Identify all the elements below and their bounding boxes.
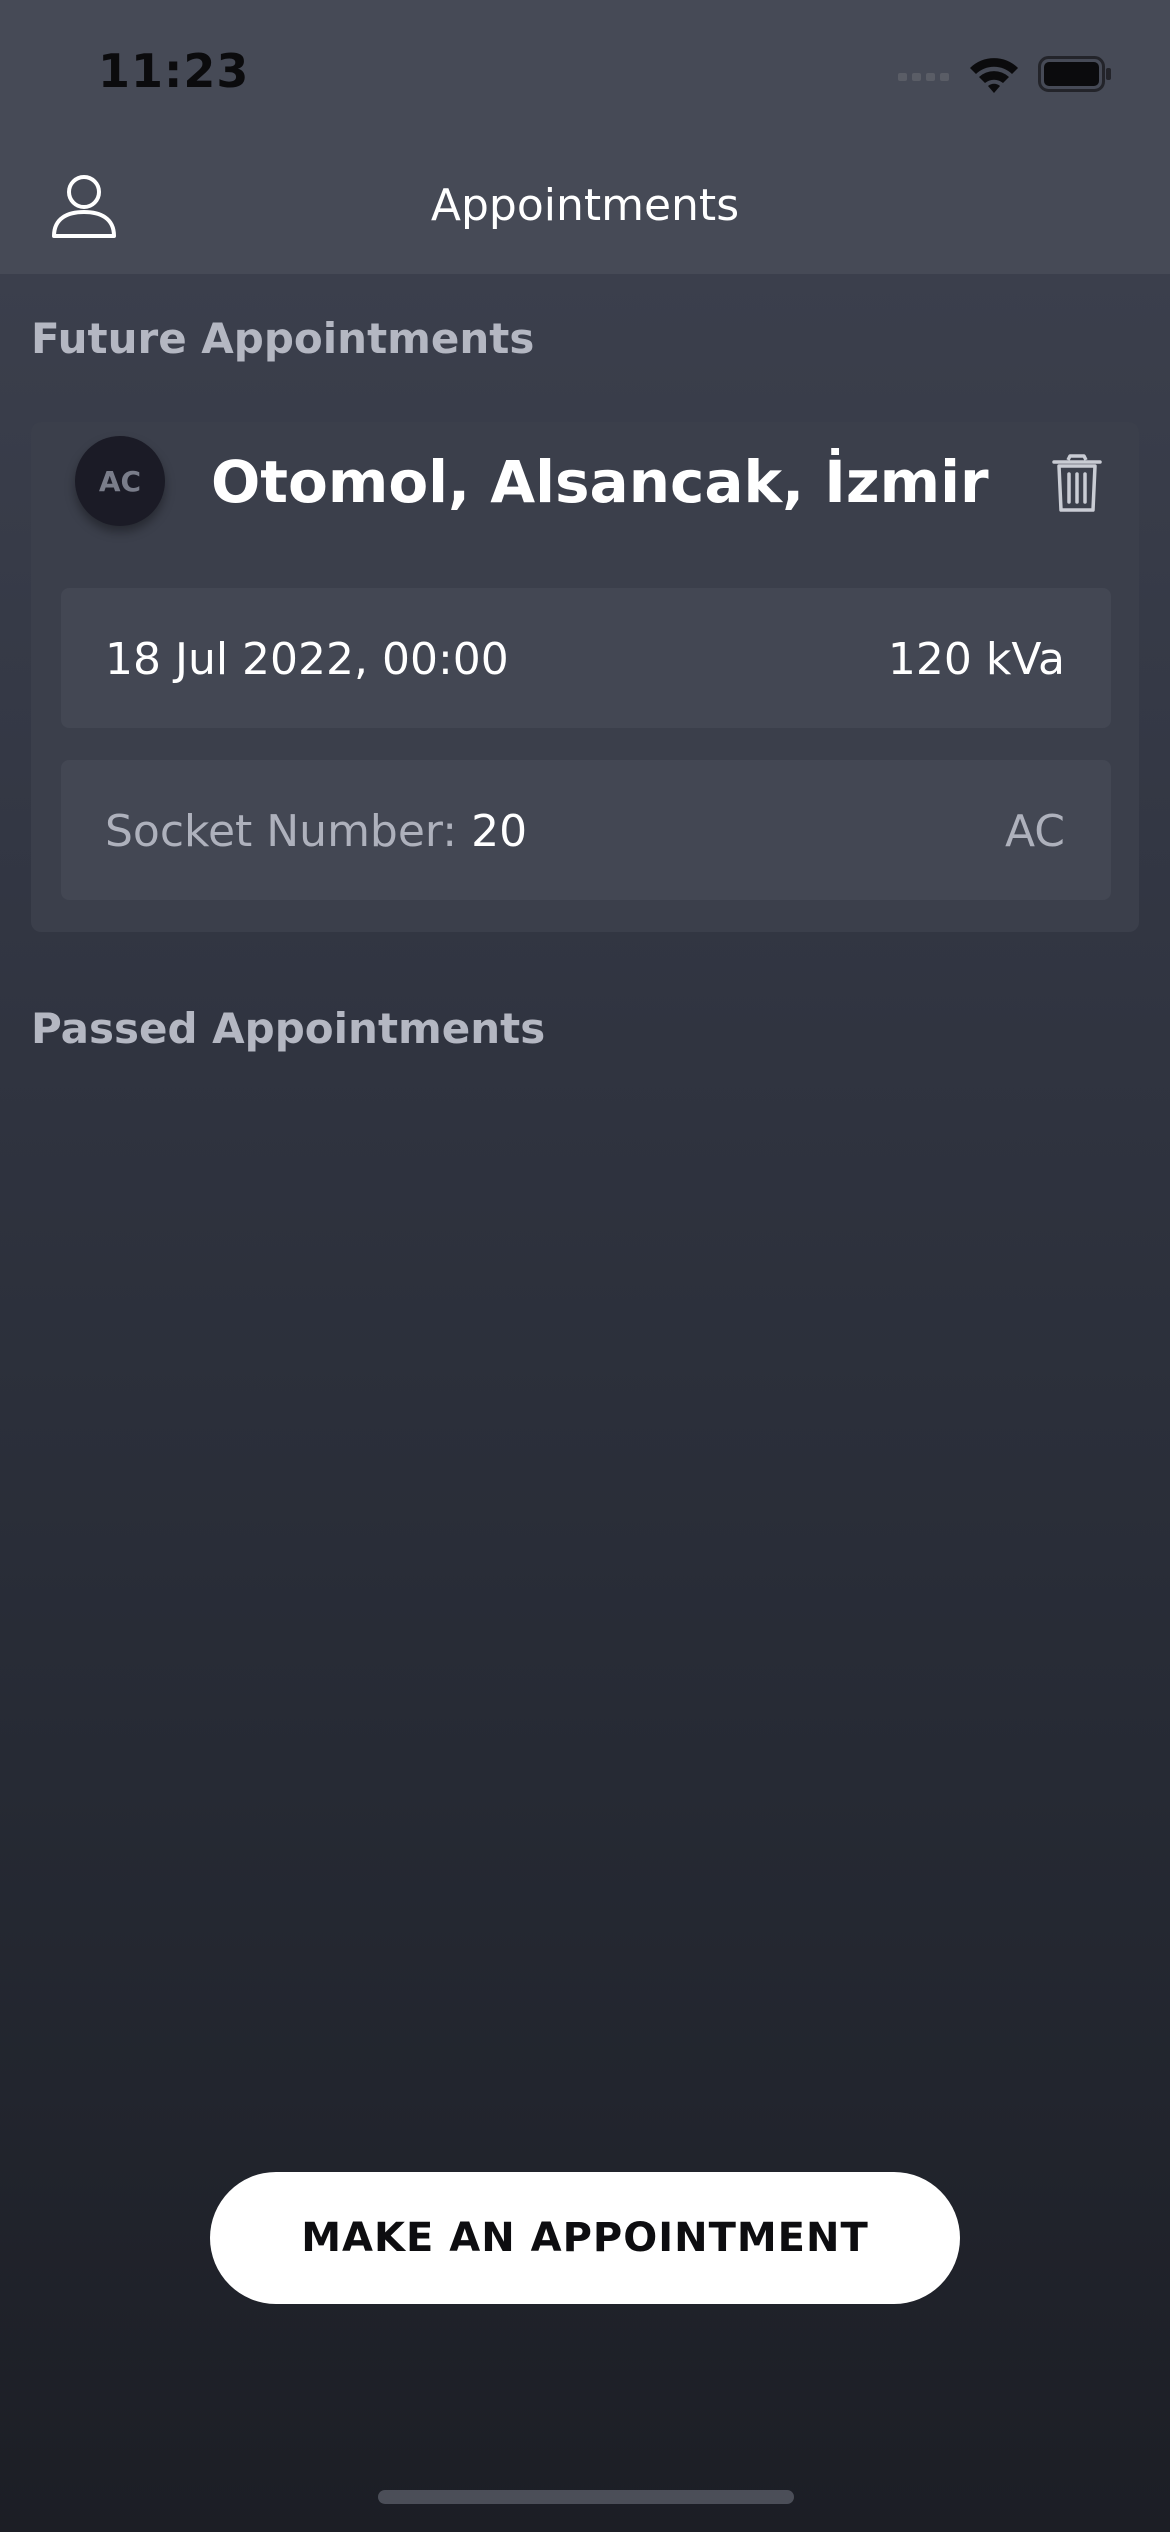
avatar: AC bbox=[75, 436, 165, 526]
battery-icon bbox=[1038, 56, 1111, 92]
charging-power: 120 kVa bbox=[887, 634, 1065, 685]
status-bar: 11:23 bbox=[0, 0, 1170, 150]
status-time: 11:23 bbox=[98, 44, 250, 98]
wifi-icon bbox=[970, 58, 1018, 93]
current-type: AC bbox=[1004, 806, 1065, 857]
cellular-signal-icon bbox=[898, 73, 949, 81]
datetime-row: 18 Jul 2022, 00:00 120 kVa bbox=[61, 588, 1111, 728]
socket-row: Socket Number: 20 AC bbox=[61, 760, 1111, 900]
socket-info: Socket Number: 20 bbox=[105, 806, 527, 857]
status-icons bbox=[898, 52, 1112, 96]
socket-number: 20 bbox=[471, 806, 528, 857]
appointment-card[interactable]: AC Otomol, Alsancak, İzmir 18 Jul 2022, … bbox=[31, 422, 1139, 932]
station-name: Otomol, Alsancak, İzmir bbox=[211, 448, 989, 516]
make-appointment-button[interactable]: MAKE AN APPOINTMENT bbox=[210, 2172, 960, 2304]
passed-appointments-heading: Passed Appointments bbox=[31, 1004, 546, 1053]
trash-icon[interactable] bbox=[1051, 454, 1103, 514]
appointment-datetime: 18 Jul 2022, 00:00 bbox=[105, 634, 509, 685]
future-appointments-heading: Future Appointments bbox=[31, 314, 535, 363]
socket-label: Socket Number: bbox=[105, 806, 458, 857]
home-indicator[interactable] bbox=[378, 2490, 794, 2504]
page-title: Appointments bbox=[430, 180, 740, 231]
